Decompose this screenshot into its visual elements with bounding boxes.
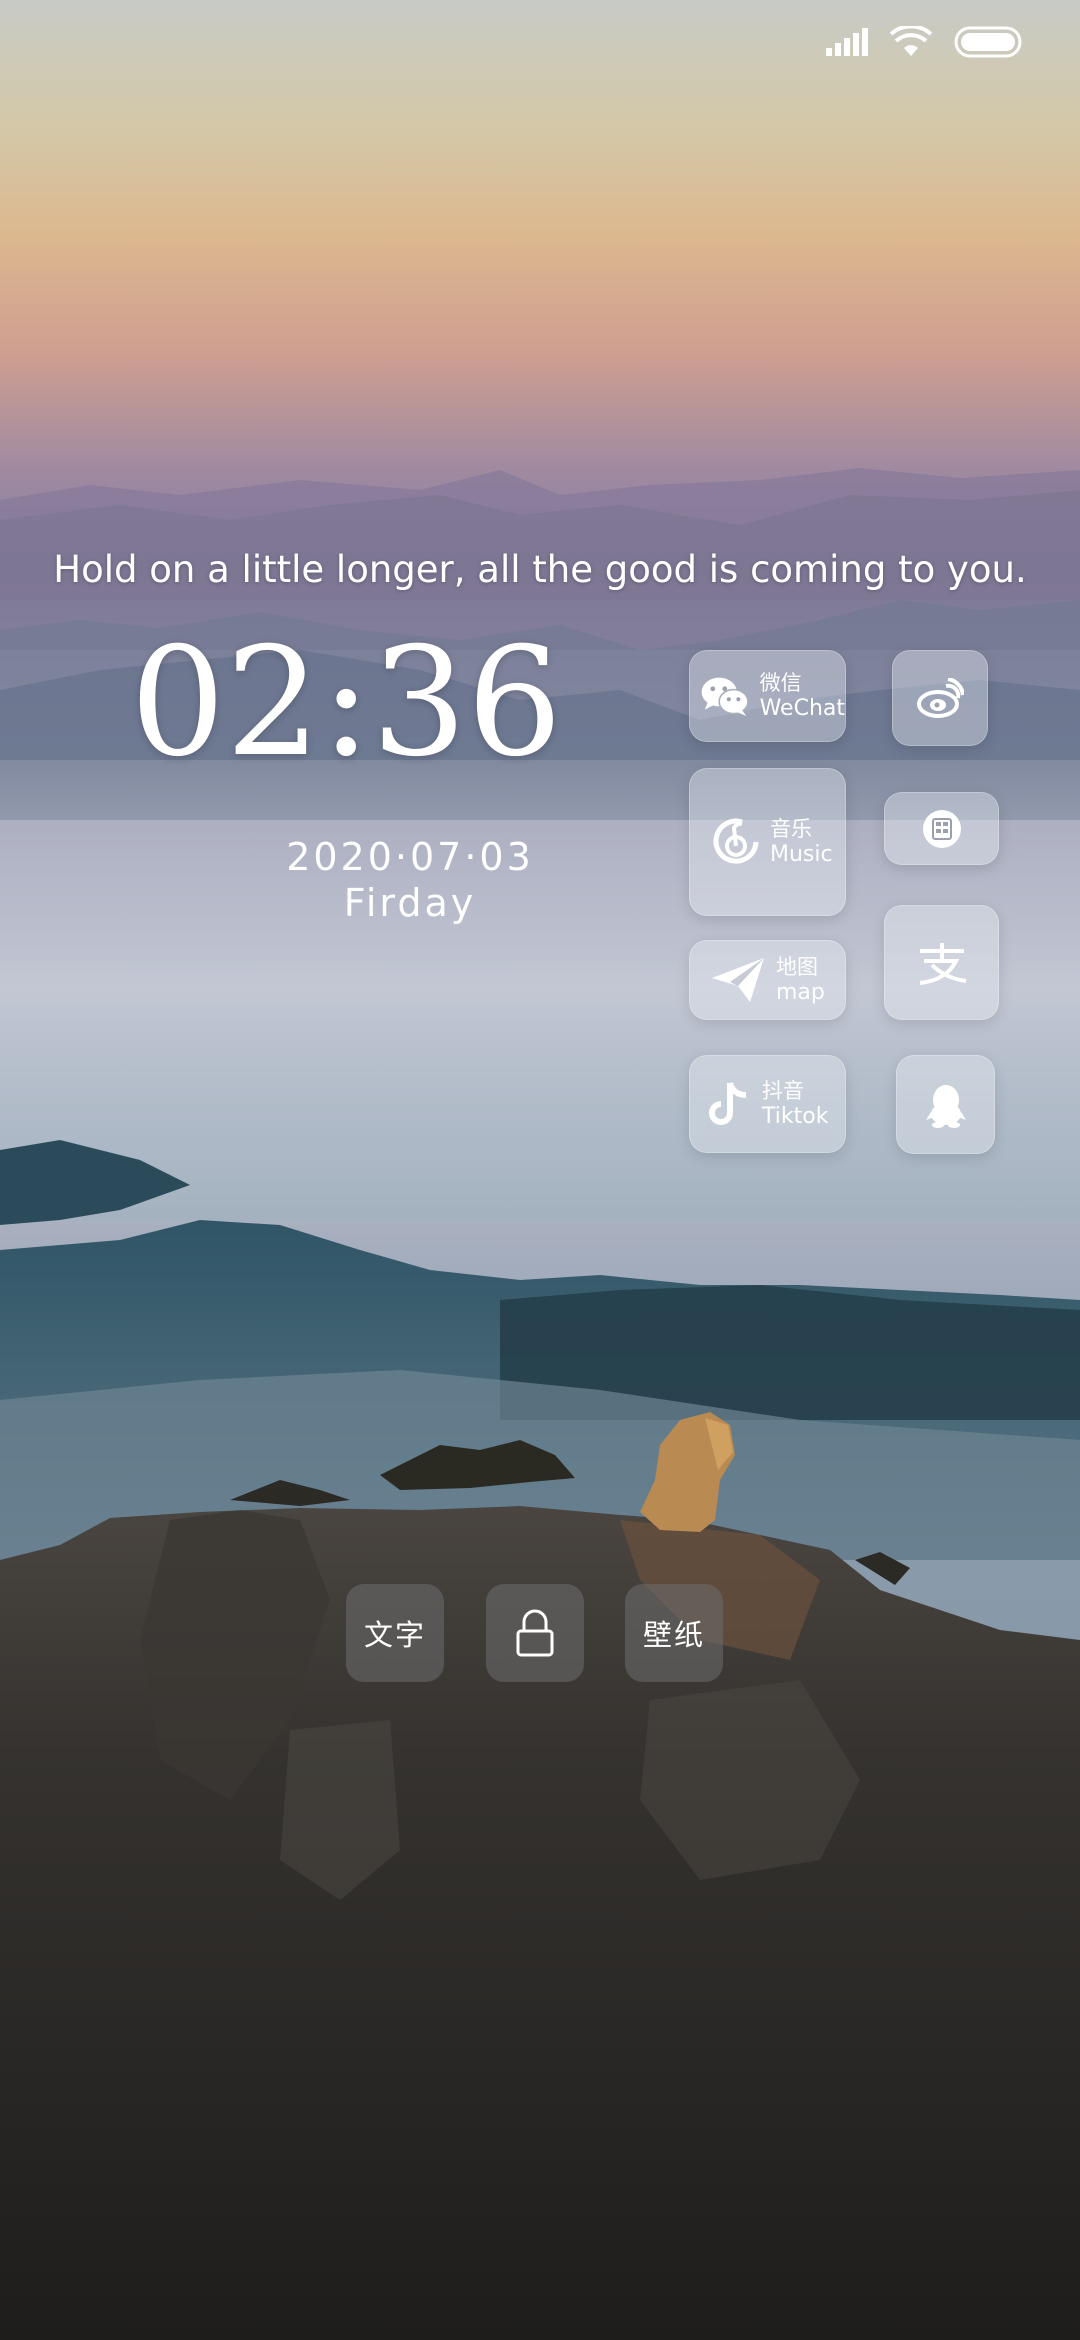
wechat-label-en: WeChat [759, 696, 845, 721]
music-shortcut[interactable]: 音乐 Music [689, 768, 846, 916]
clock-weekday: Firday [343, 881, 477, 925]
wechat-shortcut[interactable]: 微信 WeChat [689, 650, 846, 742]
wallpaper-background [0, 0, 1080, 2340]
wechat-label-cn: 微信 [759, 671, 802, 695]
text-button[interactable]: 文字 [346, 1584, 444, 1682]
tiktok-label-cn: 抖音 [762, 1079, 804, 1103]
wallpaper-button[interactable]: 壁纸 [625, 1584, 723, 1682]
motivational-quote: Hold on a little longer, all the good is… [53, 548, 1027, 591]
lock-icon [516, 1609, 554, 1657]
weibo-icon [917, 678, 964, 718]
qq-shortcut[interactable] [896, 1055, 995, 1154]
lock-button[interactable] [486, 1584, 584, 1682]
tiktok-label-en: Tiktok [762, 1104, 829, 1129]
battery-icon [954, 26, 1022, 58]
calculator-shortcut[interactable] [884, 792, 999, 865]
status-bar [826, 26, 1024, 58]
map-label-en: map [776, 980, 825, 1005]
paper-plane-icon [712, 958, 764, 1002]
music-label-en: Music [770, 842, 833, 867]
calculator-icon [922, 809, 961, 848]
map-shortcut[interactable]: 地图 map [689, 940, 846, 1020]
map-label-cn: 地图 [776, 955, 818, 979]
wifi-icon [890, 26, 932, 56]
tiktok-icon [709, 1082, 747, 1125]
clock-time: 02:36 [130, 616, 563, 790]
tiktok-shortcut[interactable]: 抖音 Tiktok [689, 1055, 846, 1153]
weibo-shortcut[interactable] [892, 650, 988, 746]
qq-penguin-icon [925, 1084, 966, 1128]
alipay-icon [919, 942, 966, 985]
music-label-cn: 音乐 [770, 817, 812, 841]
clock-date: 2020·07·03 [286, 835, 534, 879]
signal-bars-icon [826, 28, 868, 56]
netease-music-icon [713, 818, 759, 864]
alipay-shortcut[interactable] [884, 905, 999, 1020]
wechat-icon [701, 677, 749, 716]
